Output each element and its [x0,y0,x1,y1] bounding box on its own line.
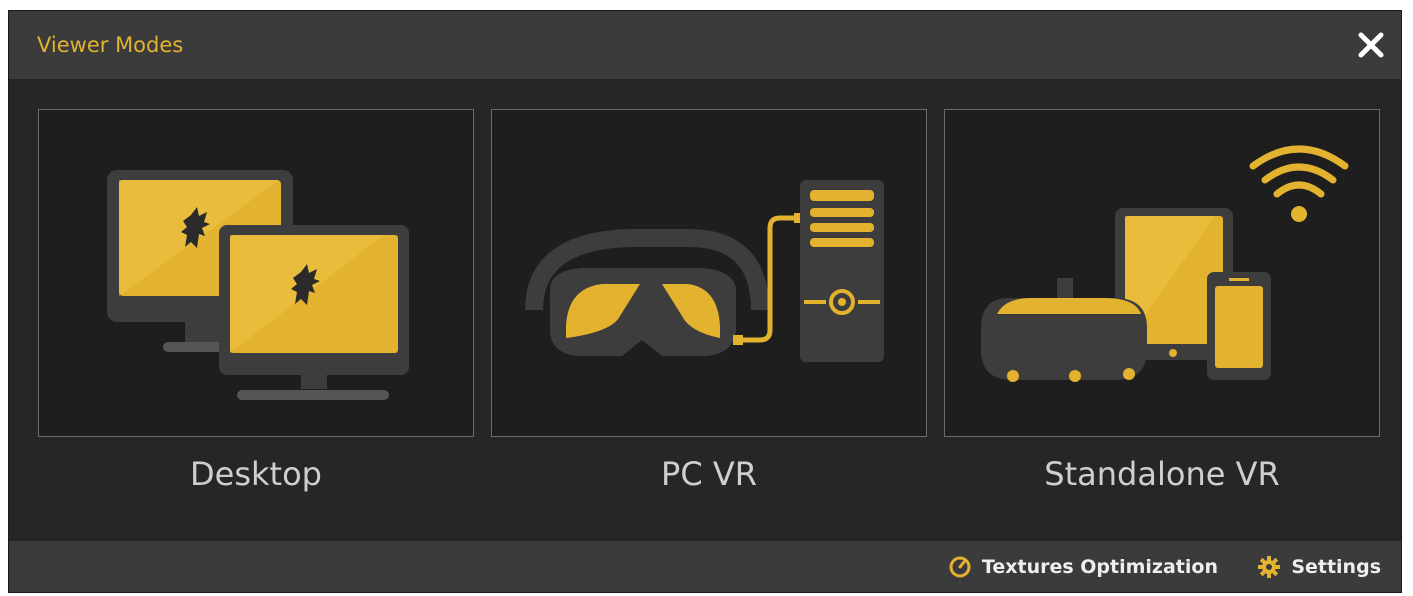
desktop-mode-card[interactable] [38,109,474,437]
mode-cards: Desktop PC VR Standalone VR [9,79,1401,543]
title-bar: Viewer Modes [9,11,1401,79]
settings-label: Settings [1291,555,1381,578]
dialog-title: Viewer Modes [37,33,184,57]
gear-icon [1257,555,1281,579]
viewer-modes-dialog: Viewer Modes Desktop PC VR Standalone VR… [8,10,1402,593]
close-icon [1358,32,1384,58]
standalone-vr-mode-card[interactable] [944,109,1380,437]
standalone-vr-mode-label[interactable]: Standalone VR [944,455,1380,493]
footer-bar: Textures Optimization Settings [9,541,1401,592]
standalone-vr-devices-icon [981,145,1349,382]
textures-optimization-label: Textures Optimization [981,555,1218,578]
textures-optimization-button[interactable]: Textures Optimization [948,541,1218,592]
settings-button[interactable]: Settings [1257,541,1381,592]
dual-monitor-icon [107,170,409,400]
desktop-mode-label[interactable]: Desktop [38,455,474,493]
gauge-icon [948,555,972,579]
close-button[interactable] [1355,29,1387,61]
vr-headset-pc-icon [525,180,884,362]
pc-vr-mode-label[interactable]: PC VR [491,455,927,493]
pc-vr-mode-card[interactable] [491,109,927,437]
